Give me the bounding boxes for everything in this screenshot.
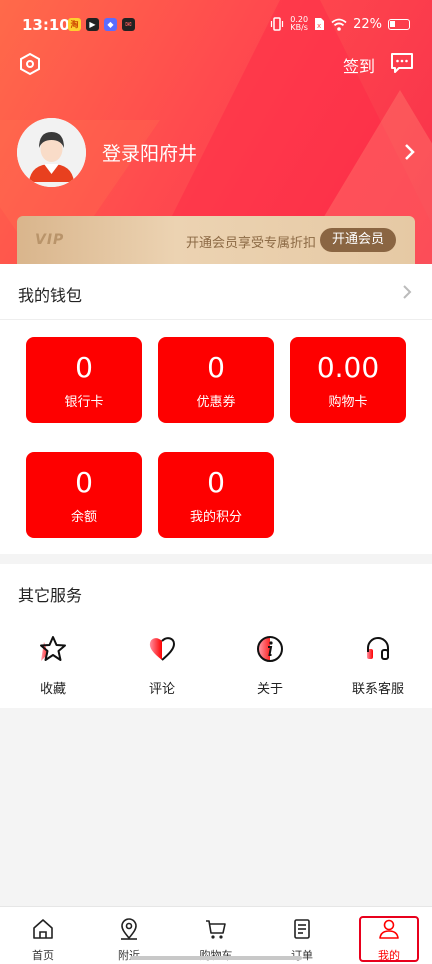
battery-icon (388, 18, 410, 30)
wallet-coupon[interactable]: 0 优惠券 (158, 337, 274, 423)
info-icon (257, 636, 283, 662)
wallet-label: 优惠券 (196, 395, 236, 410)
sim-icon: x (315, 18, 325, 30)
status-time: 13:10 (22, 16, 70, 34)
wallet-title: 我的钱包 (18, 286, 83, 305)
service-about[interactable]: 关于 (225, 634, 315, 697)
svg-text:x: x (317, 22, 321, 30)
open-membership-button[interactable]: 开通会员 (320, 228, 396, 252)
services-title: 其它服务 (18, 586, 83, 605)
profile-row[interactable]: 登录阳府井 (17, 117, 417, 187)
heart-icon (149, 637, 175, 661)
nav-label: 购物车 (186, 947, 246, 963)
wallet-value: 0 (75, 466, 93, 499)
avatar[interactable] (17, 117, 86, 187)
nav-label: 首页 (32, 949, 54, 962)
wallet-value: 0.00 (316, 351, 380, 384)
profile-header: 13:10 淘 ▶ ◆ ✉ 0.20 KB/s x 22% 签到 登录阳府井 V… (0, 0, 432, 264)
home-icon (33, 919, 53, 939)
signin-button[interactable]: 签到 (343, 53, 375, 77)
wallet-value: 0 (207, 466, 225, 499)
wallet-label: 我的积分 (189, 510, 242, 525)
network-speed: 0.20 KB/s (290, 16, 308, 32)
username[interactable]: 登录阳府井 (102, 139, 197, 166)
services-section: 其它服务 收藏 评论 关于 联系客服 (0, 564, 432, 708)
service-favorites[interactable]: 收藏 (8, 634, 98, 697)
vip-description: 开通会员享受专属折扣 (186, 236, 317, 251)
wallet-section: 我的钱包 0 银行卡 0 优惠券 0.00 购物卡 0 余额 0 我的积分 (0, 264, 432, 554)
battery-percent: 22% (353, 16, 382, 32)
app-notification-icon: 淘 (68, 18, 81, 31)
order-icon (294, 919, 310, 939)
status-bar: 13:10 淘 ▶ ◆ ✉ 0.20 KB/s x 22% (0, 0, 432, 48)
wallet-balance[interactable]: 0 余额 (26, 452, 142, 538)
wallet-value: 0 (207, 351, 225, 384)
service-label: 联系客服 (351, 682, 404, 697)
active-tab-highlight (359, 916, 419, 962)
wallet-shopping-card[interactable]: 0.00 购物卡 (290, 337, 406, 423)
wallet-label: 余额 (70, 510, 97, 525)
nav-home[interactable]: 首页 (13, 917, 73, 963)
wallet-label: 购物卡 (328, 395, 368, 410)
location-icon (121, 918, 137, 940)
wallet-value: 0 (75, 351, 93, 384)
wifi-icon (331, 18, 347, 31)
vip-badge: VIP (35, 232, 65, 248)
network-speed-unit: KB/s (290, 23, 308, 32)
notification-icons: 淘 ▶ ◆ ✉ (68, 18, 135, 31)
wallet-label: 银行卡 (64, 395, 104, 410)
vip-banner[interactable]: VIP 开通会员享受专属折扣 开通会员 (17, 216, 415, 264)
vibrate-icon (271, 17, 284, 31)
wallet-bank-card[interactable]: 0 银行卡 (26, 337, 142, 423)
chevron-right-icon[interactable] (402, 284, 412, 300)
service-label: 收藏 (39, 682, 66, 697)
service-label: 评论 (148, 682, 175, 697)
wallet-points[interactable]: 0 我的积分 (158, 452, 274, 538)
headset-icon (367, 637, 389, 660)
default-avatar-icon (17, 117, 86, 187)
message-icon[interactable] (390, 51, 414, 75)
chevron-right-icon[interactable] (403, 140, 417, 164)
star-icon (40, 636, 66, 661)
service-reviews[interactable]: 评论 (117, 634, 207, 697)
settings-icon[interactable] (18, 52, 42, 76)
service-label: 关于 (256, 682, 283, 697)
nav-label: 订单 (291, 949, 313, 962)
home-indicator[interactable] (130, 956, 302, 960)
service-contact-support[interactable]: 联系客服 (333, 634, 423, 697)
nav-label: 附近 (118, 949, 140, 962)
app-notification-icon: ▶ (86, 18, 99, 31)
status-right: 0.20 KB/s x 22% (270, 16, 410, 32)
app-notification-icon: ◆ (104, 18, 117, 31)
cart-icon (206, 920, 226, 939)
app-notification-icon: ✉ (122, 18, 135, 31)
wallet-header[interactable]: 我的钱包 (0, 264, 432, 320)
